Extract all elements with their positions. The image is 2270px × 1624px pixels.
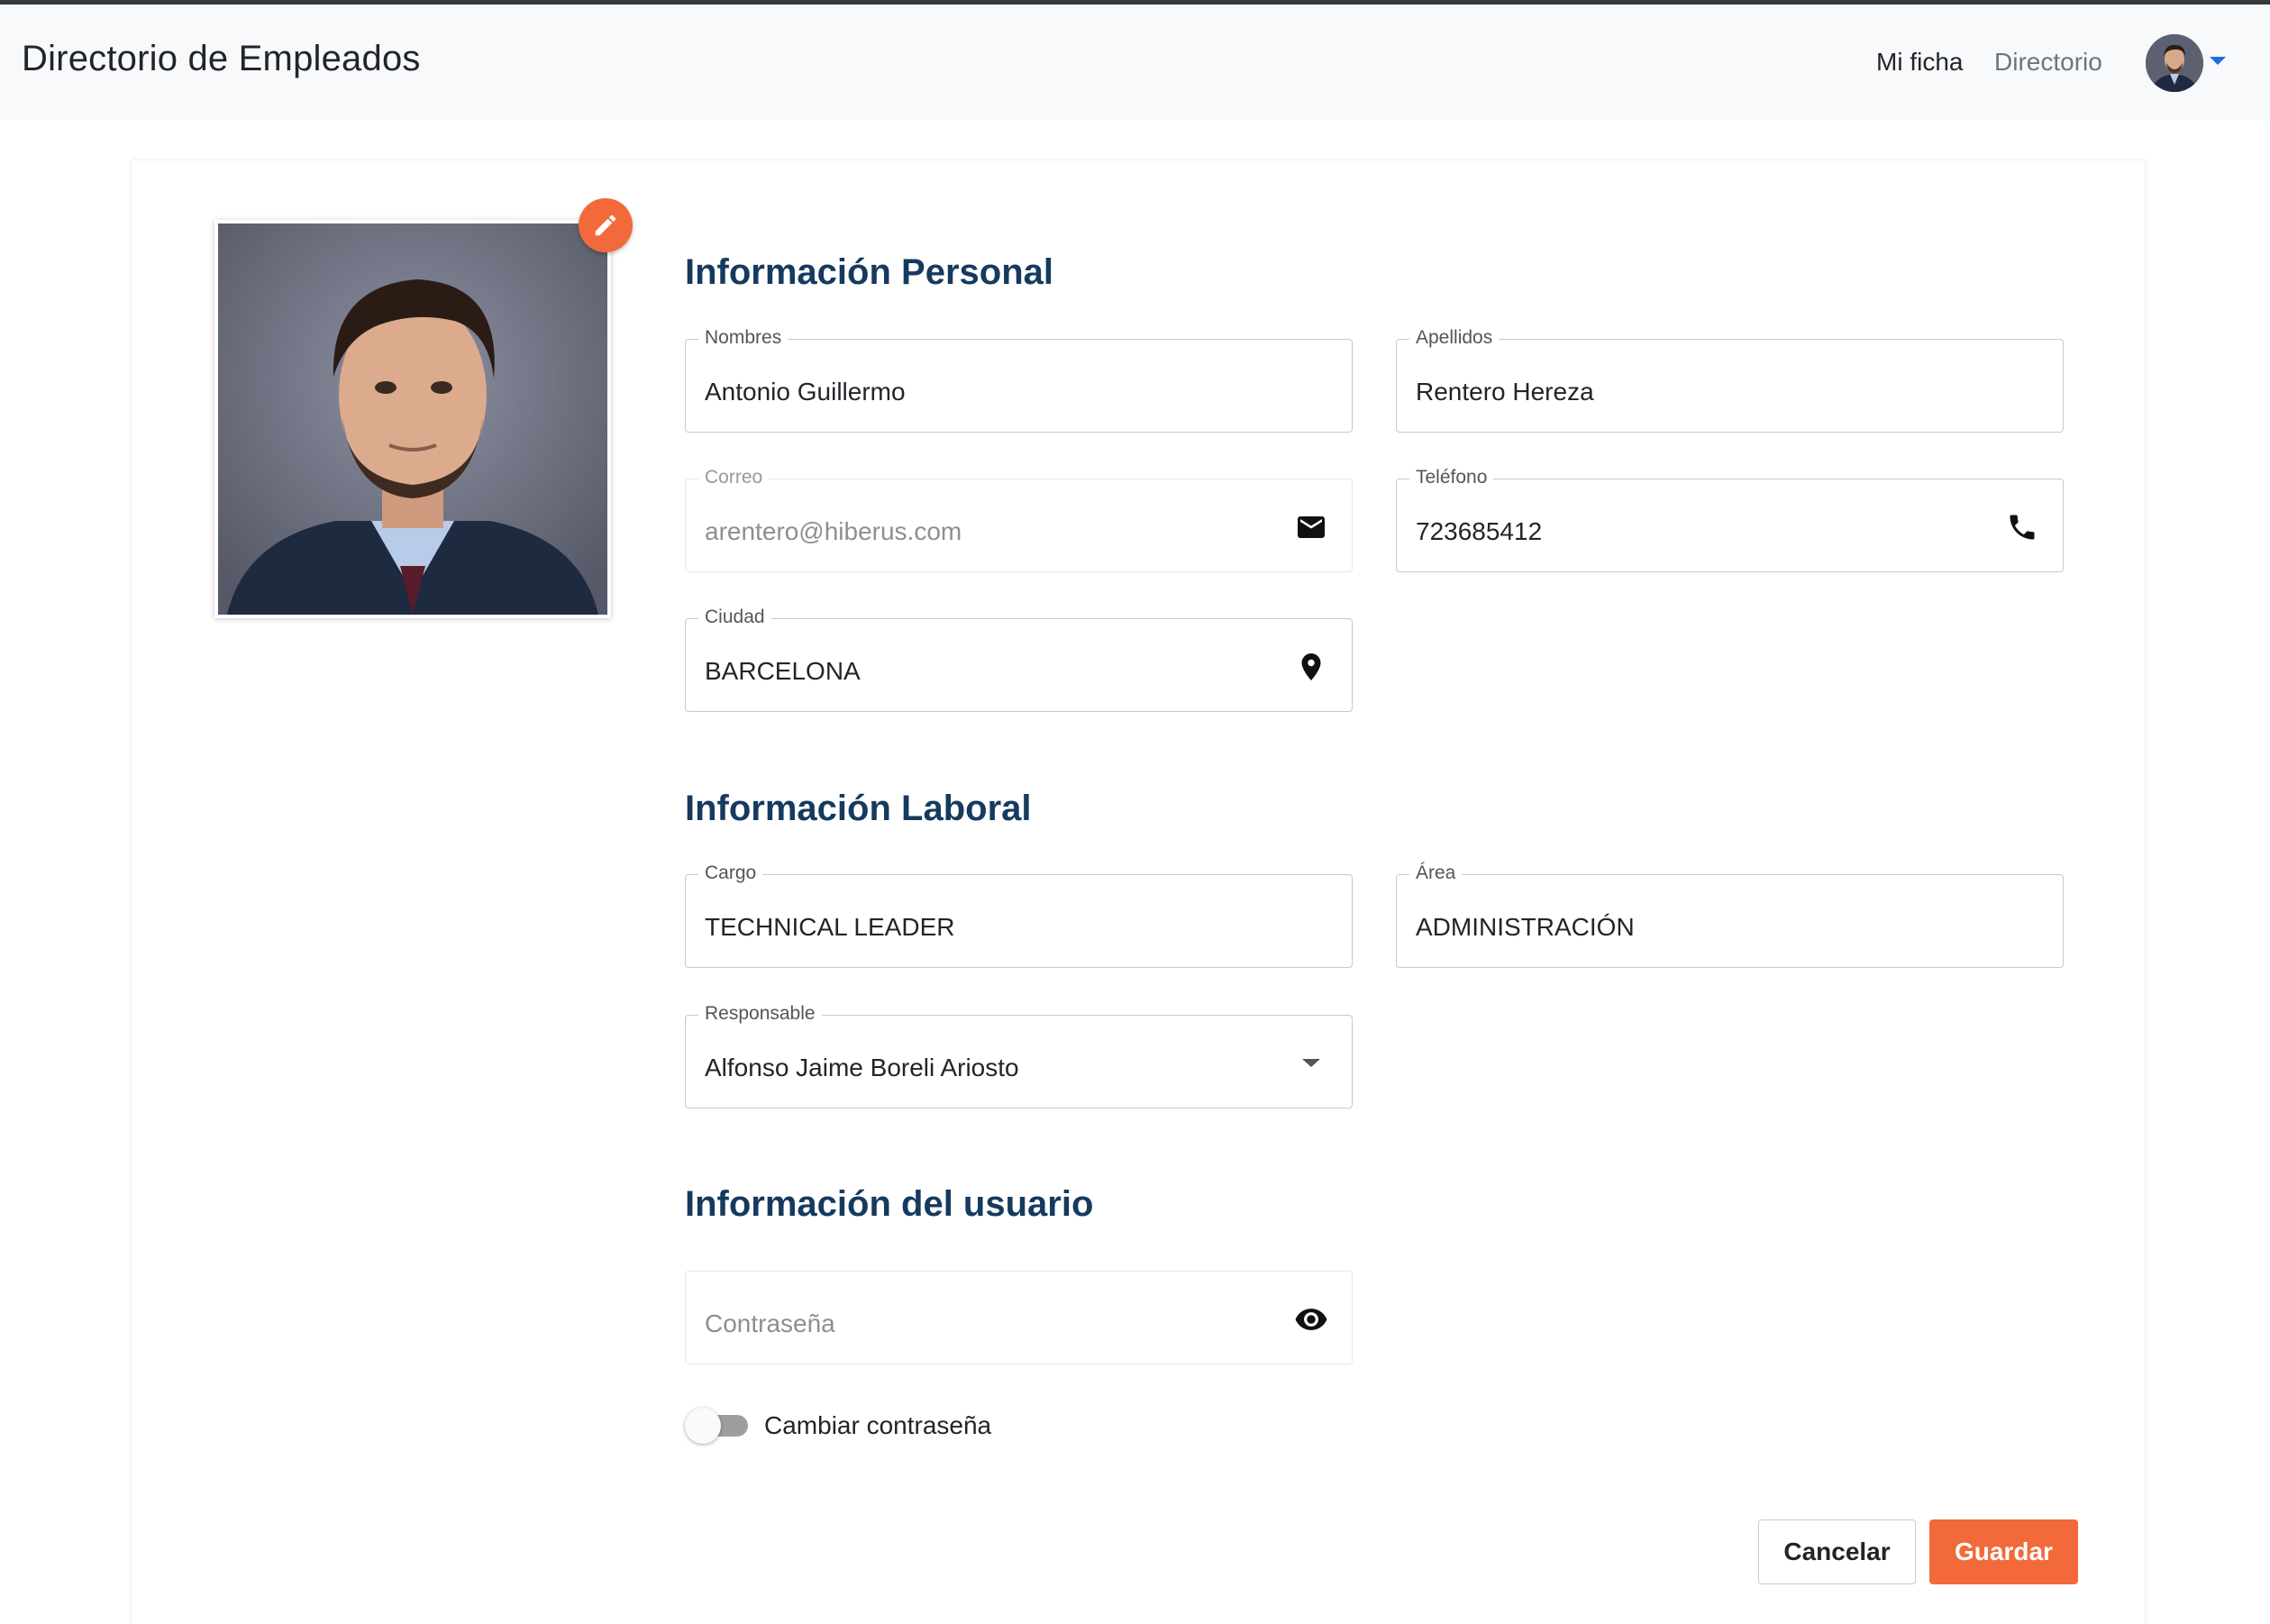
profile-photo bbox=[218, 224, 607, 615]
navbar: Directorio de Empleados Mi ficha Directo… bbox=[0, 5, 2270, 120]
phone-icon bbox=[2005, 510, 2039, 544]
apellidos-label: Apellidos bbox=[1409, 327, 1500, 349]
app-title[interactable]: Directorio de Empleados bbox=[22, 39, 421, 79]
user-avatar[interactable] bbox=[2146, 34, 2203, 92]
edit-photo-button[interactable] bbox=[579, 198, 633, 252]
profile-photo-frame bbox=[214, 220, 611, 618]
cancel-button[interactable]: Cancelar bbox=[1758, 1519, 1916, 1584]
ciudad-field[interactable]: Ciudad BARCELONA bbox=[685, 607, 1353, 712]
responsable-value: Alfonso Jaime Boreli Ariosto bbox=[705, 1054, 1019, 1081]
cargo-value: TECHNICAL LEADER bbox=[705, 913, 955, 941]
nombres-field[interactable]: Nombres Antonio Guillermo bbox=[685, 327, 1353, 433]
location-pin-icon bbox=[1294, 650, 1328, 684]
nav-link-directorio[interactable]: Directorio bbox=[1994, 48, 2102, 77]
nombres-value: Antonio Guillermo bbox=[705, 378, 906, 406]
password-field: Contraseña bbox=[685, 1271, 1353, 1364]
section-title-personal: Información Personal bbox=[685, 252, 1053, 292]
pencil-icon bbox=[595, 214, 616, 236]
nombres-label: Nombres bbox=[698, 327, 789, 349]
responsable-label: Responsable bbox=[698, 1003, 822, 1025]
area-field[interactable]: Área ADMINISTRACIÓN bbox=[1396, 862, 2064, 968]
cargo-label: Cargo bbox=[698, 862, 763, 884]
telefono-field[interactable]: Teléfono 723685412 bbox=[1396, 467, 2064, 572]
area-label: Área bbox=[1409, 862, 1463, 884]
apellidos-value: Rentero Hereza bbox=[1416, 378, 1594, 406]
correo-value: arentero@hiberus.com bbox=[705, 517, 962, 545]
user-menu-caret-icon[interactable] bbox=[2210, 57, 2226, 65]
eye-icon[interactable] bbox=[1294, 1302, 1328, 1337]
responsable-select[interactable]: Responsable Alfonso Jaime Boreli Ariosto bbox=[685, 1003, 1353, 1109]
correo-label: Correo bbox=[698, 467, 770, 488]
telefono-label: Teléfono bbox=[1409, 467, 1494, 488]
password-placeholder: Contraseña bbox=[705, 1309, 835, 1337]
dropdown-arrow-icon[interactable] bbox=[1294, 1046, 1328, 1081]
ciudad-label: Ciudad bbox=[698, 607, 771, 628]
change-password-toggle-thumb[interactable] bbox=[685, 1408, 721, 1444]
nav-link-mi-ficha[interactable]: Mi ficha bbox=[1876, 48, 1963, 77]
save-button[interactable]: Guardar bbox=[1929, 1519, 2078, 1584]
ciudad-value: BARCELONA bbox=[705, 657, 861, 685]
telefono-value: 723685412 bbox=[1416, 517, 1543, 545]
correo-field: Correo arentero@hiberus.com bbox=[685, 467, 1353, 572]
section-title-work: Información Laboral bbox=[685, 789, 1032, 828]
change-password-label: Cambiar contraseña bbox=[764, 1411, 992, 1439]
cargo-field[interactable]: Cargo TECHNICAL LEADER bbox=[685, 862, 1353, 968]
section-title-user: Información del usuario bbox=[685, 1184, 1094, 1224]
area-value: ADMINISTRACIÓN bbox=[1416, 913, 1635, 941]
mail-icon bbox=[1294, 510, 1328, 544]
apellidos-field[interactable]: Apellidos Rentero Hereza bbox=[1396, 327, 2064, 433]
